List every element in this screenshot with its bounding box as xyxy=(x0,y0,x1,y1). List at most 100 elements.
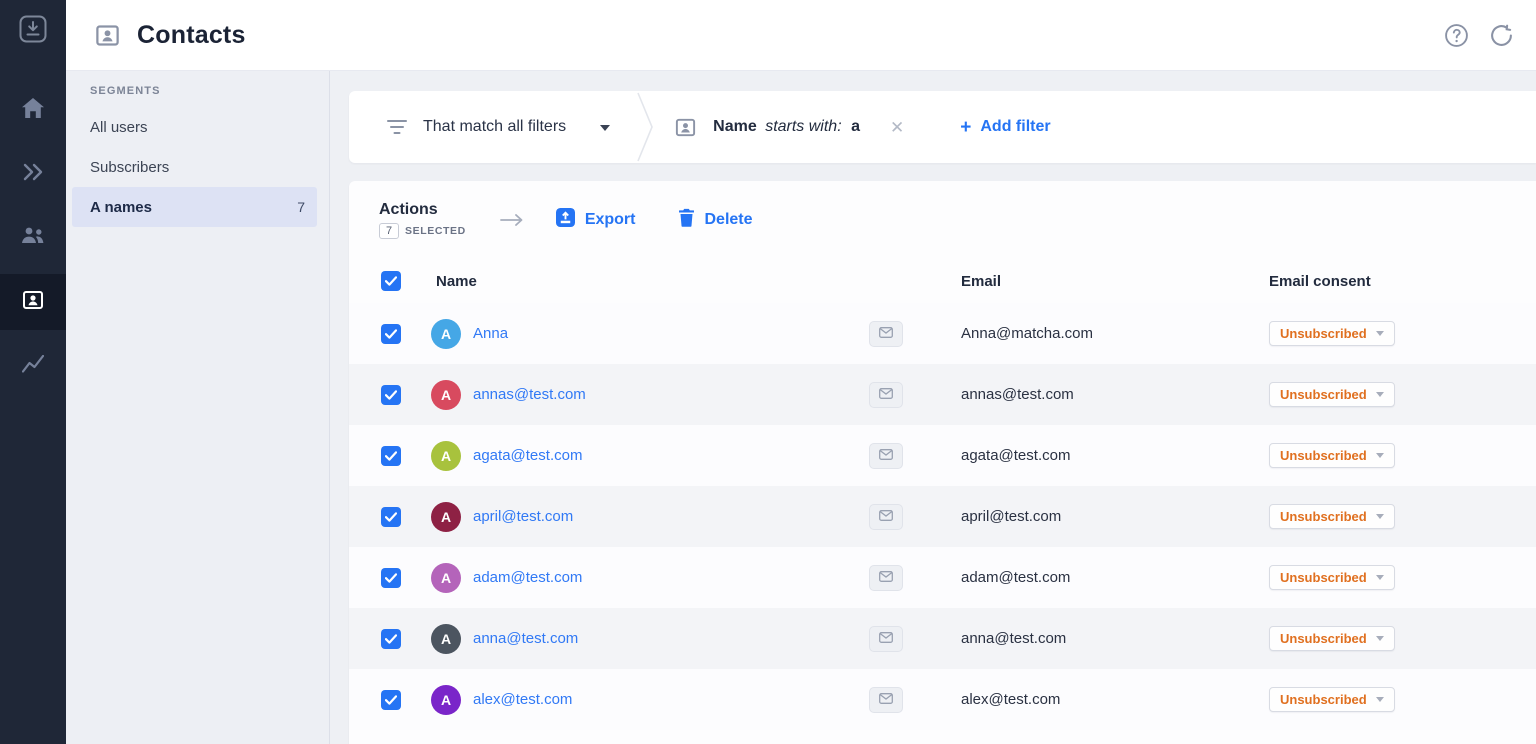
filter-chip-close-icon[interactable]: ✕ xyxy=(890,119,904,136)
send-email-button[interactable] xyxy=(869,443,903,469)
avatar: A xyxy=(431,319,461,349)
contact-name-link[interactable]: Anna xyxy=(473,325,508,342)
email-consent-value: Unsubscribed xyxy=(1280,509,1367,524)
segment-item-subscribers[interactable]: Subscribers xyxy=(66,147,329,187)
column-header-email-consent: Email consent xyxy=(1269,273,1371,290)
filter-chip-operator: starts with: xyxy=(765,118,841,135)
avatar: A xyxy=(431,685,461,715)
header-actions xyxy=(1444,23,1514,48)
contacts-icon xyxy=(21,288,45,317)
export-label: Export xyxy=(585,211,636,229)
email-consent-value: Unsubscribed xyxy=(1280,692,1367,707)
send-email-button[interactable] xyxy=(869,321,903,347)
contact-email: agata@test.com xyxy=(961,447,1070,464)
email-consent-dropdown[interactable]: Unsubscribed xyxy=(1269,626,1395,651)
email-consent-dropdown[interactable]: Unsubscribed xyxy=(1269,565,1395,590)
email-consent-value: Unsubscribed xyxy=(1280,570,1367,585)
app-logo[interactable] xyxy=(18,14,48,48)
row-checkbox[interactable] xyxy=(381,446,401,466)
nav-item-home[interactable] xyxy=(0,82,66,138)
contact-name-link[interactable]: anna@test.com xyxy=(473,630,578,647)
avatar: A xyxy=(431,502,461,532)
send-email-button[interactable] xyxy=(869,626,903,652)
envelope-icon xyxy=(879,325,893,342)
email-consent-value: Unsubscribed xyxy=(1280,631,1367,646)
contact-card-icon xyxy=(94,22,121,49)
add-filter-button[interactable]: + Add filter xyxy=(960,118,1050,137)
row-checkbox[interactable] xyxy=(381,385,401,405)
nav-item-campaigns[interactable] xyxy=(0,146,66,202)
contact-name-link[interactable]: alex@test.com xyxy=(473,691,572,708)
segments-list: All users Subscribers A names 7 xyxy=(66,107,329,227)
column-header-email: Email xyxy=(961,273,1001,290)
chevron-down-icon xyxy=(1376,331,1384,340)
chevron-down-icon xyxy=(1376,636,1384,645)
nav-item-contacts[interactable] xyxy=(0,274,66,330)
help-button[interactable] xyxy=(1444,23,1469,48)
email-consent-dropdown[interactable]: Unsubscribed xyxy=(1269,504,1395,529)
send-email-button[interactable] xyxy=(869,565,903,591)
filter-chip-value: a xyxy=(851,118,860,135)
nav-item-analytics[interactable] xyxy=(0,338,66,394)
plus-icon: + xyxy=(960,118,971,137)
people-icon xyxy=(21,227,45,249)
contact-name-link[interactable]: april@test.com xyxy=(473,508,573,525)
page-header: Contacts xyxy=(66,0,1536,71)
contact-email: Anna@matcha.com xyxy=(961,325,1093,342)
row-checkbox[interactable] xyxy=(381,690,401,710)
select-all-checkbox[interactable] xyxy=(381,271,401,291)
row-checkbox[interactable] xyxy=(381,507,401,527)
column-header-name: Name xyxy=(436,273,477,290)
contact-email: adam@test.com xyxy=(961,569,1070,586)
nav-item-people[interactable] xyxy=(0,210,66,266)
table-row: A anna@test.com anna@test.com Unsubscrib… xyxy=(349,608,1536,669)
envelope-icon xyxy=(879,569,893,586)
segment-item-all-users[interactable]: All users xyxy=(66,107,329,147)
chevron-down-icon[interactable] xyxy=(600,125,610,136)
refresh-button[interactable] xyxy=(1489,23,1514,48)
delete-button[interactable]: Delete xyxy=(679,208,752,232)
filter-chip-field: Name xyxy=(713,118,757,135)
row-checkbox[interactable] xyxy=(381,324,401,344)
row-checkbox[interactable] xyxy=(381,629,401,649)
arrow-right-icon xyxy=(500,213,524,227)
filter-match-mode-dropdown[interactable]: That match all filters xyxy=(423,118,566,136)
analytics-icon xyxy=(22,355,44,378)
contacts-table-card: Actions 7 SELECTED Export xyxy=(349,181,1536,744)
app-nav-sidebar xyxy=(0,0,66,744)
table-row: A alex@test.com alex@test.com Unsubscrib… xyxy=(349,669,1536,730)
segments-heading: SEGMENTS xyxy=(90,85,329,97)
table-row: A annas@test.com annas@test.com Unsubscr… xyxy=(349,364,1536,425)
email-consent-dropdown[interactable]: Unsubscribed xyxy=(1269,687,1395,712)
row-checkbox[interactable] xyxy=(381,568,401,588)
envelope-icon xyxy=(879,508,893,525)
export-button[interactable]: Export xyxy=(556,208,636,232)
segments-sidebar: SEGMENTS All users Subscribers A names 7 xyxy=(66,71,330,744)
chevron-down-icon xyxy=(1376,392,1384,401)
trash-icon xyxy=(679,208,694,232)
contacts-table-body: A Anna Anna@matcha.com Unsubscribed A xyxy=(349,303,1536,730)
send-email-button[interactable] xyxy=(869,687,903,713)
segment-item-a-names[interactable]: A names 7 xyxy=(72,187,317,227)
email-consent-dropdown[interactable]: Unsubscribed xyxy=(1269,321,1395,346)
filter-chip[interactable]: Name starts with: a xyxy=(713,118,860,136)
envelope-icon xyxy=(879,386,893,403)
email-consent-dropdown[interactable]: Unsubscribed xyxy=(1269,443,1395,468)
segment-count: 7 xyxy=(297,199,305,215)
send-email-button[interactable] xyxy=(869,504,903,530)
table-row: A april@test.com april@test.com Unsubscr… xyxy=(349,486,1536,547)
contact-name-link[interactable]: adam@test.com xyxy=(473,569,582,586)
email-consent-dropdown[interactable]: Unsubscribed xyxy=(1269,382,1395,407)
contact-name-link[interactable]: annas@test.com xyxy=(473,386,586,403)
chevron-down-icon xyxy=(1376,453,1384,462)
actions-bar: Actions 7 SELECTED Export xyxy=(349,181,1536,259)
send-email-button[interactable] xyxy=(869,382,903,408)
table-row: A adam@test.com adam@test.com Unsubscrib… xyxy=(349,547,1536,608)
filter-bar: That match all filters Name starts with:… xyxy=(349,91,1536,163)
chevron-down-icon xyxy=(1376,514,1384,523)
contact-name-link[interactable]: agata@test.com xyxy=(473,447,582,464)
email-consent-value: Unsubscribed xyxy=(1280,448,1367,463)
actions-title: Actions xyxy=(379,201,466,219)
chevron-down-icon xyxy=(1376,697,1384,706)
double-chevron-icon xyxy=(22,163,44,186)
